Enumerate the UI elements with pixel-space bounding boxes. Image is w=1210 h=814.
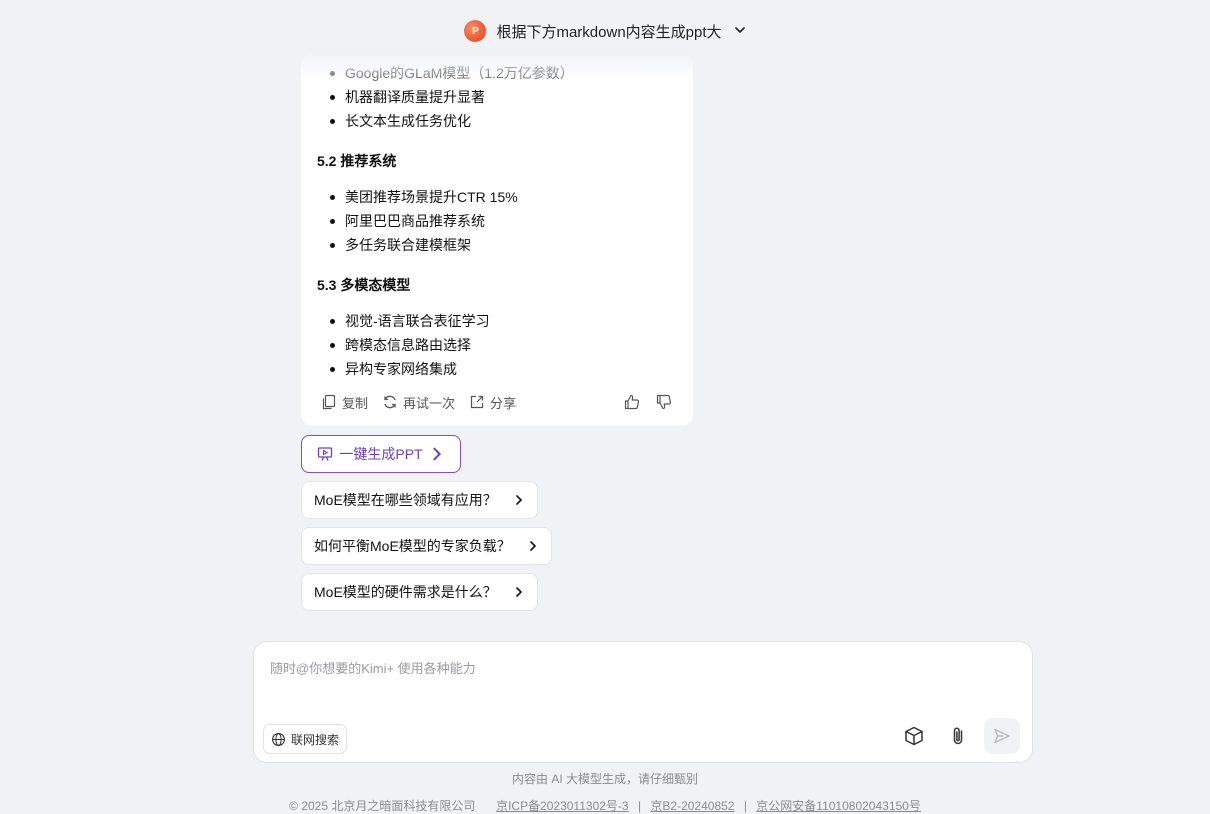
police-record-link[interactable]: 京公网安备11010802043150号 bbox=[756, 799, 921, 813]
share-button[interactable]: 分享 bbox=[469, 393, 516, 412]
section-heading: 5.3 多模态模型 bbox=[317, 277, 411, 293]
share-icon bbox=[470, 395, 484, 409]
chevron-right-icon bbox=[515, 587, 522, 597]
list-item: 多任务联合建模框架 bbox=[330, 237, 471, 253]
presentation-icon bbox=[318, 447, 333, 461]
copy-button[interactable]: 复制 bbox=[321, 393, 368, 412]
feedback-group bbox=[623, 393, 673, 411]
icp-link[interactable]: 京ICP备2023011302号-3 bbox=[496, 799, 629, 813]
chevron-right-icon bbox=[432, 447, 441, 461]
chevron-down-icon[interactable] bbox=[734, 24, 746, 36]
list-item: 视觉-语言联合表征学习 bbox=[330, 313, 490, 329]
message-actions: 复制 再试一次 分享 bbox=[321, 390, 673, 414]
suggestion-button[interactable]: MoE模型在哪些领域有应用？ bbox=[301, 481, 538, 519]
thumbs-down-icon[interactable] bbox=[655, 393, 673, 411]
b2-link[interactable]: 京B2-20240852 bbox=[650, 799, 734, 813]
retry-label: 再试一次 bbox=[403, 395, 456, 411]
suggestion-label: 如何平衡MoE模型的专家负载？ bbox=[314, 538, 511, 554]
generate-ppt-label: 一键生成PPT bbox=[339, 446, 423, 462]
refresh-icon bbox=[384, 395, 396, 409]
chat-title[interactable]: 根据下方markdown内容生成ppt大 bbox=[496, 21, 721, 42]
powerpoint-icon: P bbox=[464, 20, 487, 42]
attach-button[interactable] bbox=[944, 722, 972, 750]
chat-input-box: 联网搜索 bbox=[253, 641, 1033, 763]
suggestion-label: MoE模型在哪些领域有应用？ bbox=[314, 492, 497, 508]
list-item: 异构专家网络集成 bbox=[330, 361, 457, 377]
globe-icon bbox=[272, 732, 285, 746]
share-label: 分享 bbox=[490, 395, 517, 411]
copy-icon bbox=[322, 394, 336, 410]
suggestion-button[interactable]: MoE模型的硬件需求是什么？ bbox=[301, 573, 538, 611]
suggestion-label: MoE模型的硬件需求是什么？ bbox=[314, 584, 497, 600]
list-item: 跨模态信息路由选择 bbox=[330, 337, 471, 353]
section-heading: 5.2 推荐系统 bbox=[317, 153, 397, 169]
send-icon bbox=[994, 728, 1010, 744]
cube-icon bbox=[905, 726, 923, 746]
list-item: 阿里巴巴商品推荐系统 bbox=[330, 213, 485, 229]
chevron-right-icon bbox=[529, 541, 536, 551]
list-item: Google的GLaM模型（1.2万亿参数） bbox=[330, 65, 574, 81]
send-button[interactable] bbox=[984, 718, 1020, 754]
assistant-message: Google的GLaM模型（1.2万亿参数） 机器翻译质量提升显著 长文本生成任… bbox=[301, 54, 693, 426]
chat-page: P 根据下方markdown内容生成ppt大 Google的GLaM模型（1.2… bbox=[0, 0, 1210, 814]
chat-header[interactable]: P 根据下方markdown内容生成ppt大 bbox=[0, 14, 1210, 48]
paperclip-icon bbox=[953, 727, 963, 745]
cube-button[interactable] bbox=[900, 722, 928, 750]
web-search-toggle[interactable]: 联网搜索 bbox=[263, 724, 347, 754]
retry-button[interactable]: 再试一次 bbox=[382, 393, 455, 412]
footer-separator: | bbox=[637, 799, 642, 813]
list-item: 美团推荐场景提升CTR 15% bbox=[330, 189, 518, 205]
copyright-text: © 2025 北京月之暗面科技有限公司 bbox=[289, 799, 476, 813]
list-item: 长文本生成任务优化 bbox=[330, 113, 471, 129]
footer: © 2025 北京月之暗面科技有限公司 京ICP备2023011302号-3 |… bbox=[0, 797, 1210, 814]
footer-separator: | bbox=[743, 799, 747, 813]
thumbs-up-icon[interactable] bbox=[623, 393, 641, 411]
copy-label: 复制 bbox=[342, 395, 369, 411]
suggestion-button[interactable]: 如何平衡MoE模型的专家负载？ bbox=[301, 527, 552, 565]
chat-input[interactable] bbox=[270, 658, 1010, 708]
generate-ppt-button[interactable]: 一键生成PPT bbox=[301, 435, 461, 473]
ai-disclaimer: 内容由 AI 大模型生成，请仔细甄别 bbox=[511, 772, 698, 786]
web-search-label: 联网搜索 bbox=[290, 732, 339, 747]
chevron-right-icon bbox=[515, 495, 522, 505]
list-item: 机器翻译质量提升显著 bbox=[330, 89, 485, 105]
